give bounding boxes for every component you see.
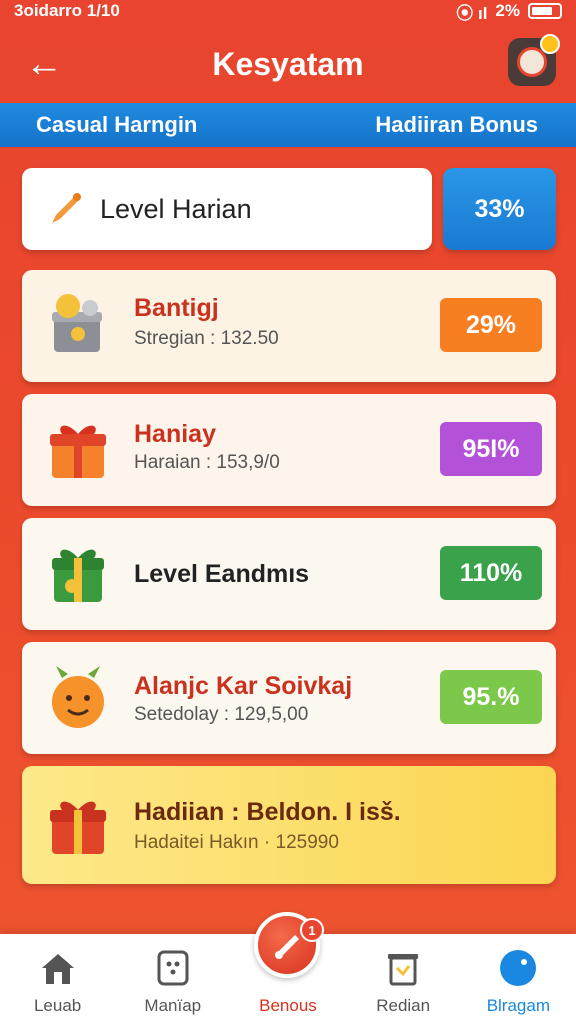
status-icons: ⦿ ıl 2% bbox=[456, 0, 562, 24]
notification-dot-icon bbox=[540, 34, 560, 54]
orange-face-icon bbox=[52, 666, 104, 728]
tab-bonus[interactable]: Hadiiran Bonus bbox=[375, 112, 538, 138]
list-item[interactable]: Hadiian : Beldon. I isš. Hadaitei Hakın … bbox=[22, 766, 556, 884]
notification-badge: 1 bbox=[300, 918, 324, 942]
item-subtitle: Haraian : 153,9/0 bbox=[134, 452, 280, 473]
tab-casual[interactable]: Casual Harngin bbox=[36, 112, 197, 138]
nav-item-redian[interactable]: Redian bbox=[348, 948, 458, 1016]
nav-label: Manïap bbox=[144, 996, 202, 1015]
status-time: 3oidarro 1/10 bbox=[14, 1, 120, 20]
dice-icon bbox=[157, 950, 189, 986]
signal-icon: ⦿ ıl bbox=[456, 3, 488, 23]
back-arrow-icon[interactable]: ← bbox=[22, 42, 66, 86]
trash-gift-icon bbox=[388, 954, 419, 986]
item-percent-badge[interactable]: 95I% bbox=[440, 422, 542, 476]
item-subtitle: Hadaitei Hakın · 125990 bbox=[134, 832, 339, 853]
item-percent-badge[interactable]: 29% bbox=[440, 298, 542, 352]
nav-item-manap[interactable]: Manïap bbox=[118, 948, 228, 1016]
item-title: Haniay bbox=[134, 420, 216, 448]
item-title: Level Eandmıs bbox=[134, 560, 310, 588]
tab-strip: Casual Harngin Hadiiran Bonus bbox=[0, 103, 576, 147]
horn-icon bbox=[52, 193, 81, 223]
item-percent-badge[interactable]: 110% bbox=[440, 546, 542, 600]
nav-label: Leuab bbox=[33, 996, 82, 1015]
gift-box-icon bbox=[52, 294, 102, 352]
item-title: Alanjc Kar Soivkaj bbox=[134, 672, 353, 700]
profile-button[interactable] bbox=[508, 34, 560, 86]
red-gift-icon bbox=[50, 801, 106, 854]
item-title: Hadiian : Beldon. I isš. bbox=[134, 798, 401, 826]
list-item[interactable]: Level Eandmıs 110% bbox=[22, 518, 556, 630]
item-title: Bantigj bbox=[134, 294, 219, 322]
level-label: Level Harian bbox=[100, 193, 252, 224]
nav-label: Redian bbox=[376, 996, 431, 1015]
item-subtitle: Setedolay : 129,5,00 bbox=[134, 704, 309, 725]
nav-item-home[interactable]: Leuab bbox=[3, 948, 113, 1016]
center-action-button[interactable]: 1 bbox=[254, 912, 324, 978]
item-subtitle: Stregian : 132.50 bbox=[134, 328, 279, 349]
page-title: Kesyatam bbox=[212, 45, 364, 82]
app-header: ← Kesyatam bbox=[0, 28, 576, 100]
nav-item-blragam[interactable]: Blragam bbox=[463, 948, 573, 1016]
green-gift-icon bbox=[52, 549, 104, 602]
list-item[interactable]: Haniay Haraian : 153,9/0 95I% bbox=[22, 394, 556, 506]
nav-label: Blragam bbox=[486, 996, 550, 1015]
level-card[interactable]: Level Harian bbox=[22, 168, 432, 250]
item-percent-badge[interactable]: 95.% bbox=[440, 670, 542, 724]
list-item[interactable]: Bantigj Stregian : 132.50 29% bbox=[22, 270, 556, 382]
blue-circle-icon bbox=[500, 950, 537, 986]
level-percent-badge[interactable]: 33% bbox=[443, 168, 556, 250]
red-gift-icon bbox=[50, 425, 106, 478]
nav-label: Benous bbox=[259, 996, 317, 1015]
list-item[interactable]: Alanjc Kar Soivkaj Setedolay : 129,5,00 … bbox=[22, 642, 556, 754]
status-bar: 3oidarro 1/10 ⦿ ıl 2% bbox=[0, 0, 576, 24]
home-icon bbox=[41, 954, 74, 984]
battery-percent: 2% bbox=[495, 1, 520, 20]
battery-icon bbox=[528, 3, 562, 19]
